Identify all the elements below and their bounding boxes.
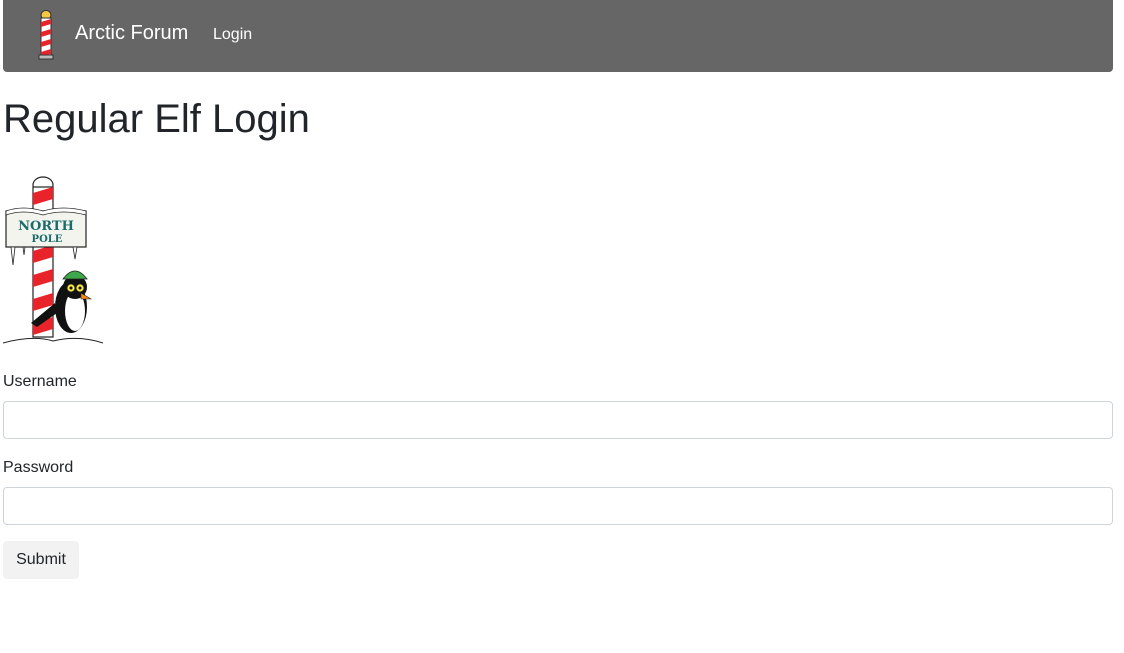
password-input[interactable]: [3, 487, 1113, 525]
username-input[interactable]: [3, 401, 1113, 439]
candy-cane-pole-icon[interactable]: [34, 10, 58, 60]
brand-title[interactable]: Arctic Forum: [75, 21, 188, 45]
username-label: Username: [3, 373, 77, 390]
sign-text-pole: POLE: [32, 234, 63, 245]
page-title: Regular Elf Login: [3, 97, 310, 141]
top-navbar: Arctic Forum Login: [3, 0, 1113, 72]
submit-button[interactable]: Submit: [3, 541, 79, 579]
nav-login-link[interactable]: Login: [213, 25, 252, 45]
sign-text-north: NORTH: [18, 219, 74, 234]
password-label: Password: [3, 459, 74, 476]
north-pole-penguin-image: NORTH POLE: [2, 175, 104, 347]
